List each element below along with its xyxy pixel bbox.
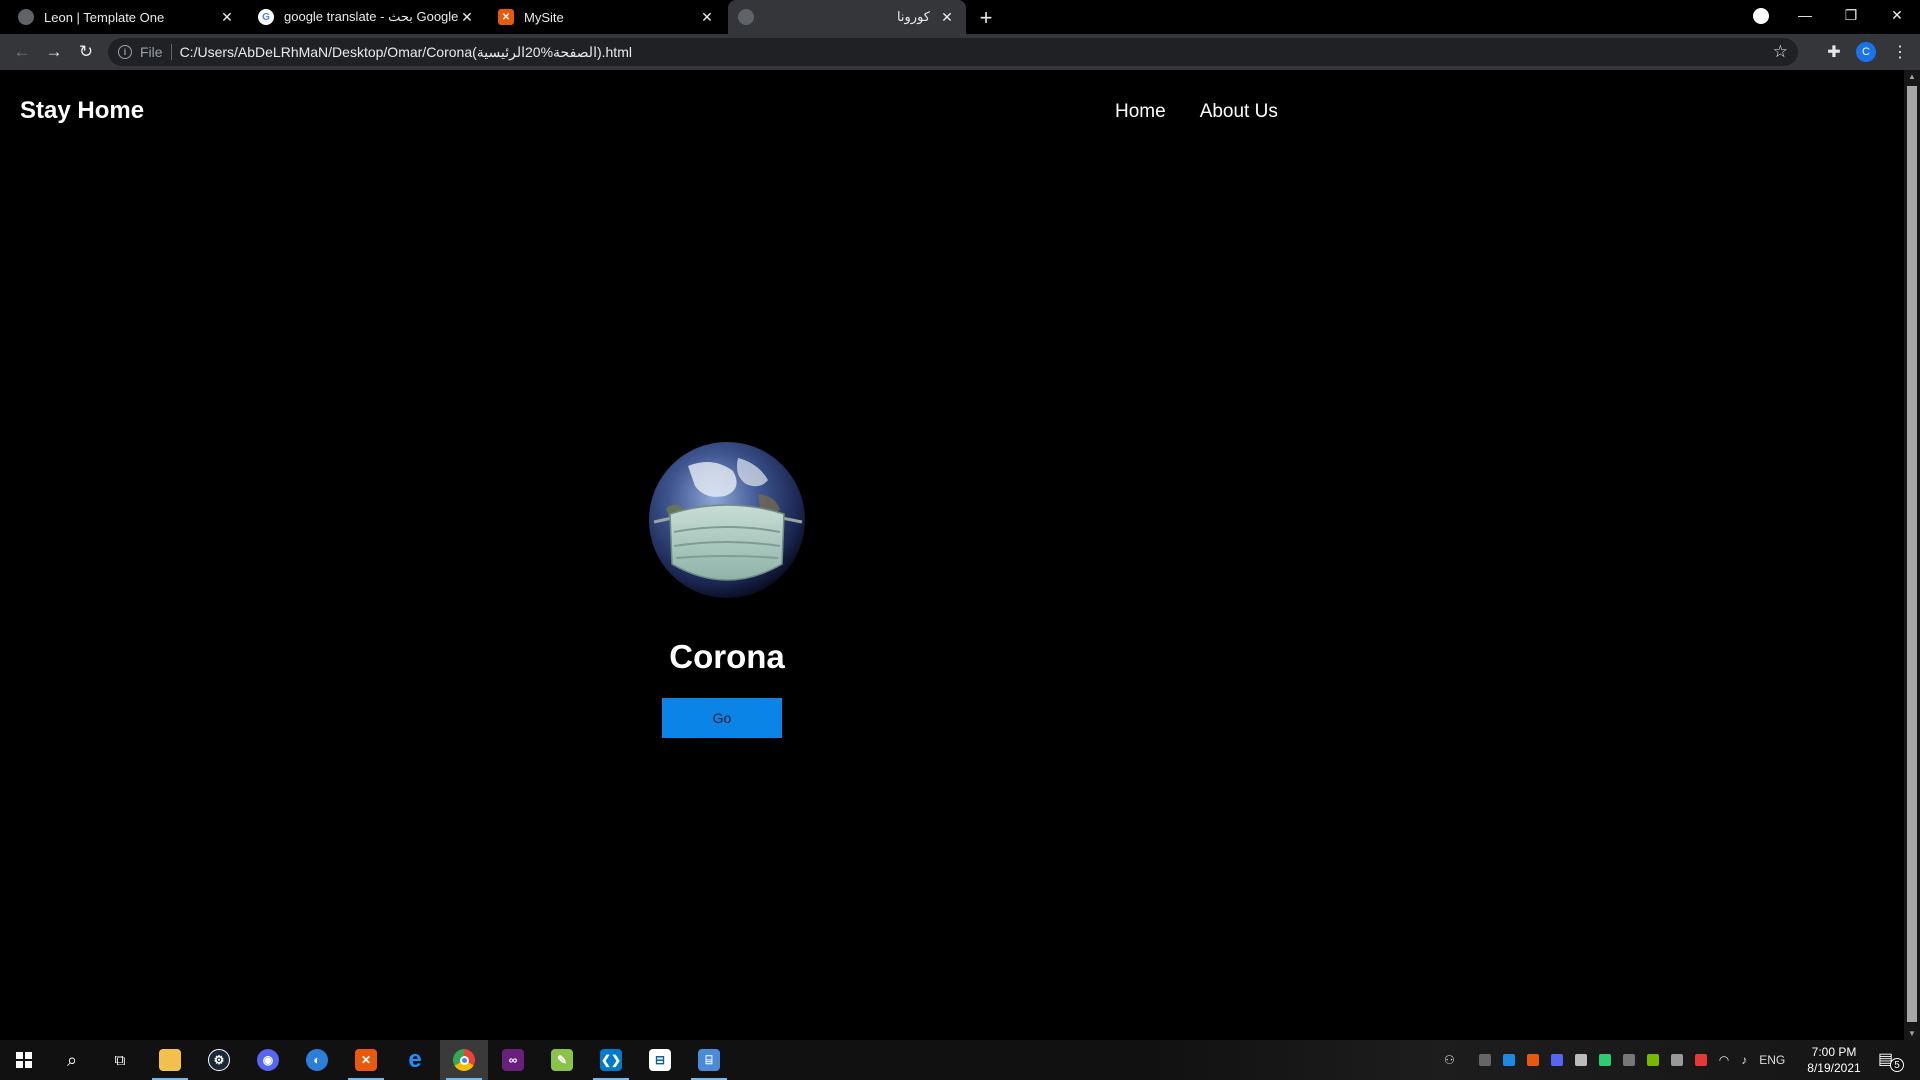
taskbar-steam[interactable]: ⚙ xyxy=(195,1040,243,1080)
tab-google-translate[interactable]: G google translate - بحث Google ✕ xyxy=(248,0,486,34)
tool-icon: ⊟ xyxy=(649,1049,671,1071)
page-viewport: Stay Home Home About Us Corona Go xyxy=(0,70,1904,1040)
app-blue-circle-icon: ◐ xyxy=(306,1049,328,1071)
notepadpp-icon: ✎ xyxy=(551,1049,573,1071)
go-button[interactable]: Go xyxy=(662,698,782,738)
tab-corona[interactable]: كورونا ✕ xyxy=(728,0,966,34)
extensions-icon[interactable]: ✚ xyxy=(1822,40,1846,64)
taskbar-notepadpp[interactable]: ✎ xyxy=(538,1040,586,1080)
task-view-button[interactable]: ⧉ xyxy=(96,1040,144,1080)
system-tray: ⚇ ◠ ♪ ENG xyxy=(1444,1040,1785,1080)
forward-button[interactable]: → xyxy=(42,40,66,64)
scroll-down-arrow-icon[interactable]: ▼ xyxy=(1908,1029,1916,1038)
notification-count-badge: 5 xyxy=(1890,1058,1904,1072)
battery-icon[interactable] xyxy=(1622,1054,1635,1066)
tray-app-icon[interactable] xyxy=(1478,1054,1491,1066)
vscode-icon: ❮❯ xyxy=(600,1049,622,1071)
tray-app-icon[interactable] xyxy=(1574,1054,1587,1066)
security-tray-icon[interactable] xyxy=(1598,1054,1611,1066)
reload-button[interactable]: ↻ xyxy=(74,40,98,64)
taskbar-edge[interactable]: e xyxy=(391,1040,439,1080)
url-text[interactable]: C:/Users/AbDeLRhMaN/Desktop/Omar/Corona(… xyxy=(180,44,632,61)
close-icon[interactable]: ✕ xyxy=(698,8,716,26)
search-icon: ⌕ xyxy=(66,1049,78,1070)
media-control-icon[interactable] xyxy=(1753,8,1769,24)
profile-avatar[interactable]: C xyxy=(1856,42,1876,62)
xampp-icon: ✕ xyxy=(498,9,514,25)
earth-mask-image xyxy=(649,442,805,598)
nvidia-tray-icon[interactable] xyxy=(1646,1054,1659,1066)
tab-strip: Leon | Template One ✕ G google translate… xyxy=(0,0,1920,34)
xampp-icon: ✕ xyxy=(355,1049,377,1071)
taskbar-visual-studio[interactable]: ∞ xyxy=(489,1040,537,1080)
volume-icon[interactable]: ♪ xyxy=(1741,1053,1747,1067)
search-button[interactable]: ⌕ xyxy=(48,1040,96,1080)
close-icon[interactable]: ✕ xyxy=(938,8,956,26)
edge-icon: e xyxy=(408,1046,422,1073)
clock-time: 7:00 PM xyxy=(1811,1045,1857,1059)
tab-mysite[interactable]: ✕ MySite ✕ xyxy=(488,0,726,34)
taskbar-chrome[interactable] xyxy=(440,1040,488,1080)
tray-app-icon[interactable] xyxy=(1670,1054,1683,1066)
close-icon[interactable]: ✕ xyxy=(458,8,476,26)
taskbar-tool[interactable]: ⊟ xyxy=(636,1040,684,1080)
taskbar-discord[interactable]: ◉ xyxy=(244,1040,292,1080)
address-bar[interactable]: i File C:/Users/AbDeLRhMaN/Desktop/Omar/… xyxy=(108,38,1798,66)
tab-title: MySite xyxy=(524,9,564,25)
bookmark-star-icon[interactable]: ☆ xyxy=(1773,42,1788,62)
language-indicator[interactable]: ENG xyxy=(1759,1053,1785,1067)
taskbar-app[interactable]: ◐ xyxy=(293,1040,341,1080)
tab-title: كورونا xyxy=(896,9,930,24)
close-window-button[interactable]: ✕ xyxy=(1874,0,1920,30)
visual-studio-icon: ∞ xyxy=(502,1049,524,1071)
hero-section: Corona Go xyxy=(0,436,1454,738)
page-scrollbar[interactable]: ▲ ▼ xyxy=(1904,70,1920,1040)
site-logo[interactable]: Stay Home xyxy=(20,97,144,125)
xampp-tray-icon[interactable] xyxy=(1526,1054,1539,1066)
browser-toolbar: ← → ↻ i File C:/Users/AbDeLRhMaN/Desktop… xyxy=(0,34,1920,70)
clock-date: 8/19/2021 xyxy=(1807,1061,1861,1075)
discord-icon: ◉ xyxy=(257,1049,279,1071)
tab-title: google translate - بحث Google xyxy=(284,9,458,24)
windows-logo-icon xyxy=(16,1052,32,1068)
scroll-up-arrow-icon[interactable]: ▲ xyxy=(1908,72,1916,81)
steam-icon: ⚙ xyxy=(208,1049,230,1071)
discord-tray-icon[interactable] xyxy=(1550,1054,1563,1066)
nav-home-link[interactable]: Home xyxy=(1115,101,1166,123)
people-icon[interactable]: ⚇ xyxy=(1444,1053,1455,1067)
main-nav: Home About Us xyxy=(1115,101,1278,123)
scheme-label: File xyxy=(140,44,172,60)
task-view-icon: ⧉ xyxy=(114,1051,126,1069)
scrollbar-thumb[interactable] xyxy=(1907,86,1917,1022)
restore-button[interactable]: ❐ xyxy=(1828,0,1874,30)
menu-icon[interactable]: ⋮ xyxy=(1888,40,1912,64)
taskbar-vscode[interactable]: ❮❯ xyxy=(587,1040,635,1080)
start-button[interactable] xyxy=(0,1040,48,1080)
network-app-icon: ⌸ xyxy=(698,1049,720,1071)
taskbar-xampp[interactable]: ✕ xyxy=(342,1040,390,1080)
wifi-icon[interactable]: ◠ xyxy=(1719,1053,1729,1067)
chrome-icon xyxy=(453,1049,475,1071)
globe-icon xyxy=(18,9,34,25)
hero-title: Corona xyxy=(669,638,785,675)
tray-app-icon[interactable] xyxy=(1694,1054,1707,1066)
info-icon[interactable]: i xyxy=(118,45,132,59)
new-tab-button[interactable]: + xyxy=(974,5,998,30)
taskbar-network-app[interactable]: ⌸ xyxy=(685,1040,733,1080)
file-explorer-icon xyxy=(159,1049,181,1071)
tab-title: Leon | Template One xyxy=(44,9,165,25)
close-icon[interactable]: ✕ xyxy=(218,8,236,26)
taskbar-file-explorer[interactable] xyxy=(146,1040,194,1080)
nav-about-link[interactable]: About Us xyxy=(1200,101,1278,123)
tray-app-icon[interactable] xyxy=(1502,1054,1515,1066)
back-button[interactable]: ← xyxy=(10,40,34,64)
google-icon: G xyxy=(258,9,274,25)
windows-taskbar: ⌕ ⧉ ⚙ ◉ ◐ ✕ e ∞ ✎ ❮❯ ⊟ ⌸ ⚇ ◠ ♪ ENG 7:00 … xyxy=(0,1040,1920,1080)
globe-icon xyxy=(738,9,754,25)
minimize-button[interactable]: — xyxy=(1782,0,1828,30)
tab-leon-template[interactable]: Leon | Template One ✕ xyxy=(8,0,246,34)
taskbar-clock[interactable]: 7:00 PM 8/19/2021 xyxy=(1800,1044,1868,1076)
